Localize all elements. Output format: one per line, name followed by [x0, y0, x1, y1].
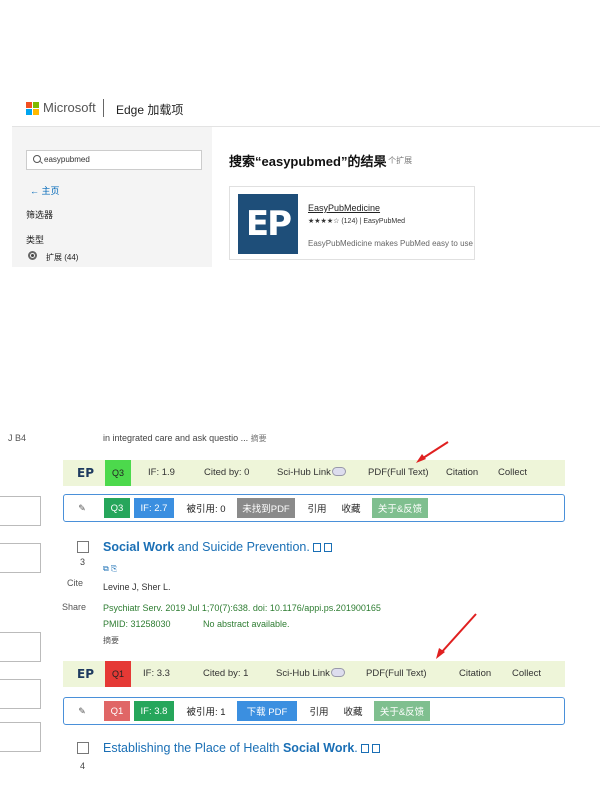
side-panel-box[interactable]	[0, 722, 41, 752]
pdf-full-text-link[interactable]: PDF(Full Text)	[366, 668, 427, 679]
impact-factor: IF: 3.3	[143, 668, 170, 679]
extension-name-link[interactable]: EasyPubMedicine	[308, 203, 380, 213]
sidebar	[12, 127, 212, 267]
red-arrow-icon	[436, 613, 477, 659]
about-feedback-button[interactable]: 关于&反馈	[372, 498, 428, 518]
impact-factor: IF: 1.9	[148, 467, 175, 478]
side-panel-box[interactable]	[0, 632, 41, 662]
authors: Levine J, Sher L.	[103, 582, 171, 592]
collect-link[interactable]: Collect	[498, 467, 527, 478]
quartile-badge: Q3	[105, 460, 131, 486]
cited-by[interactable]: 被引用: 0	[178, 498, 234, 518]
extension-option-label[interactable]: 扩展 (44)	[46, 252, 78, 263]
results-heading: 搜索“easypubmed”的结果	[229, 154, 387, 169]
copy-icon[interactable]	[371, 744, 380, 754]
impact-factor: IF: 3.8	[134, 701, 174, 721]
snippet-abstract-link[interactable]: 摘要	[251, 434, 267, 443]
cited-by[interactable]: 被引用: 1	[178, 701, 234, 721]
article-checkbox[interactable]	[77, 541, 89, 553]
scihub-label: Sci-Hub Link	[276, 668, 330, 679]
extension-radio[interactable]	[28, 251, 37, 260]
translate-icon[interactable]	[312, 543, 321, 553]
about-feedback-button[interactable]: 关于&反馈	[374, 701, 430, 721]
cite-label[interactable]: Cite	[67, 578, 83, 588]
collect-button[interactable]: 收藏	[336, 498, 366, 518]
extension-description: EasyPubMedicine makes PubMed easy to use	[308, 239, 473, 248]
scihub-link[interactable]: Sci-Hub Link	[277, 467, 346, 478]
left-fragment: J B4	[8, 433, 27, 443]
easypubmed-toolbar: EP Q1 IF: 3.3 Cited by: 1 Sci-Hub Link P…	[63, 661, 565, 687]
side-panel-box[interactable]	[0, 496, 41, 526]
type-heading: 类型	[26, 235, 45, 245]
quartile-badge: Q3	[104, 498, 130, 518]
home-link[interactable]: ← 主页	[30, 184, 60, 197]
translate-copy-icons[interactable]: ⧉ ⎘	[103, 564, 117, 574]
cited-by[interactable]: Cited by: 0	[204, 467, 249, 478]
cited-by[interactable]: Cited by: 1	[203, 668, 248, 679]
journal-citation: Psychiatr Serv. 2019 Jul 1;70(7):638. do…	[103, 603, 381, 613]
side-panel-box[interactable]	[0, 679, 41, 709]
search-value: easypubmed	[44, 155, 90, 164]
quartile-badge: Q1	[104, 701, 130, 721]
filter-heading: 筛选器	[26, 210, 54, 220]
pubmed-toolbar: ✎ Q1 IF: 3.8 被引用: 1 下载 PDF 引用 收藏 关于&反馈	[63, 697, 565, 725]
share-label[interactable]: Share	[62, 602, 86, 612]
results-count: 44 个扩展	[377, 156, 413, 165]
easypubmed-toolbar: EP Q3 IF: 1.9 Cited by: 0 Sci-Hub Link P…	[63, 460, 565, 486]
side-panel-box[interactable]	[0, 543, 41, 573]
no-abstract-note: No abstract available.	[203, 619, 290, 629]
cloud-icon	[330, 668, 345, 677]
scihub-label: Sci-Hub Link	[277, 467, 331, 478]
cite-button[interactable]: 引用	[304, 701, 334, 721]
cloud-icon	[331, 467, 346, 476]
pubmed-logo-icon: ✎	[78, 502, 86, 513]
article-number: 3	[80, 557, 86, 567]
red-arrow-icon	[416, 441, 449, 463]
microsoft-logo-icon	[26, 102, 39, 115]
pdf-full-text-link[interactable]: PDF(Full Text)	[368, 467, 429, 478]
ep-logo-icon: EP	[77, 466, 94, 480]
title-rest: and Suicide Prevention.	[174, 540, 310, 554]
microsoft-brand: Microsoft	[43, 100, 96, 115]
pubmed-logo-icon: ✎	[78, 705, 86, 716]
abstract-link[interactable]: 摘要	[103, 635, 119, 646]
title-end: .	[354, 741, 358, 755]
download-pdf-button[interactable]: 下载 PDF	[237, 701, 297, 721]
snippet-text: in integrated care and ask questio ... 摘…	[103, 433, 267, 444]
extension-rating: ★★★★☆ (124) | EasyPubMed	[308, 218, 406, 225]
search-input[interactable]: easypubmed	[26, 150, 202, 170]
citation-link[interactable]: Citation	[446, 467, 478, 478]
article-title-link[interactable]: Establishing the Place of Health Social …	[103, 741, 380, 755]
article-checkbox[interactable]	[77, 742, 89, 754]
scihub-link[interactable]: Sci-Hub Link	[276, 668, 345, 679]
edge-addons-title[interactable]: Edge 加载项	[116, 101, 183, 118]
article-number: 4	[80, 761, 86, 771]
ep-logo-icon: EP	[77, 667, 94, 681]
search-icon	[33, 155, 41, 163]
header-divider	[103, 99, 104, 117]
translate-icon[interactable]	[360, 744, 369, 754]
home-label: 主页	[41, 186, 60, 196]
snippet: in integrated care and ask questio ...	[103, 433, 249, 443]
impact-factor: IF: 2.7	[134, 498, 174, 518]
title-bold: Social Work	[282, 741, 355, 755]
pubmed-toolbar: ✎ Q3 IF: 2.7 被引用: 0 未找到PDF 引用 收藏 关于&反馈	[63, 494, 565, 522]
copy-icon[interactable]	[323, 543, 332, 553]
easypubmed-logo-icon[interactable]: EP	[238, 194, 298, 254]
article-title-link[interactable]: Social Work and Suicide Prevention.	[103, 540, 332, 554]
collect-button[interactable]: 收藏	[338, 701, 368, 721]
pdf-status[interactable]: 未找到PDF	[237, 498, 295, 518]
title-rest: Establishing the Place of Health	[103, 741, 283, 755]
quartile-badge: Q1	[105, 661, 131, 687]
collect-link[interactable]: Collect	[512, 668, 541, 679]
pmid: PMID: 31258030	[103, 619, 171, 629]
cite-button[interactable]: 引用	[302, 498, 332, 518]
title-bold: Social Work	[103, 540, 175, 554]
citation-link[interactable]: Citation	[459, 668, 491, 679]
